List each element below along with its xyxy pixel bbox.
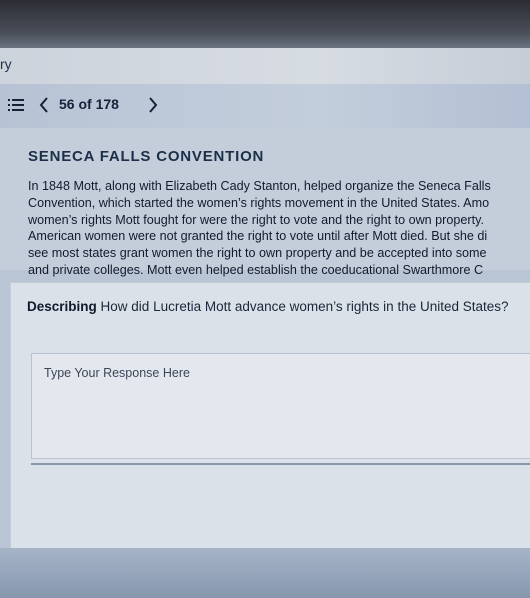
- response-input[interactable]: [44, 366, 524, 446]
- question-text: How did Lucretia Mott advance women’s ri…: [100, 299, 509, 314]
- chevron-left-icon[interactable]: [39, 97, 49, 113]
- screen-top-edge: [0, 0, 530, 48]
- passage-text: In 1848 Mott, along with Elizabeth Cady …: [28, 178, 530, 279]
- passage-line: In 1848 Mott, along with Elizabeth Cady …: [28, 179, 491, 193]
- passage-line: women’s rights Mott fought for were the …: [28, 212, 484, 227]
- menu-list-icon[interactable]: [8, 98, 24, 112]
- passage-line: Convention, which started the women’s ri…: [28, 195, 490, 210]
- chevron-right-icon[interactable]: [148, 97, 158, 113]
- question-skill-label: Describing: [27, 299, 97, 314]
- page-navigation-bar: 56 of 178: [0, 84, 530, 128]
- reading-passage: SENECA FALLS CONVENTION In 1848 Mott, al…: [0, 128, 530, 277]
- passage-line: and private colleges. Mott even helped e…: [28, 262, 484, 277]
- question-prompt: Describing How did Lucretia Mott advance…: [27, 299, 509, 314]
- passage-line: American women were not granted the righ…: [28, 229, 488, 244]
- screen-bottom-edge: [0, 548, 530, 598]
- section-title: SENECA FALLS CONVENTION: [28, 148, 265, 165]
- response-box[interactable]: [31, 353, 530, 459]
- response-divider: [31, 463, 530, 465]
- page-indicator: 56 of 178: [59, 96, 119, 112]
- question-card: Describing How did Lucretia Mott advance…: [10, 282, 530, 550]
- app-header: ry: [0, 48, 530, 84]
- passage-line: see most states grant women the right to…: [28, 246, 487, 261]
- app-title: ry: [0, 56, 12, 72]
